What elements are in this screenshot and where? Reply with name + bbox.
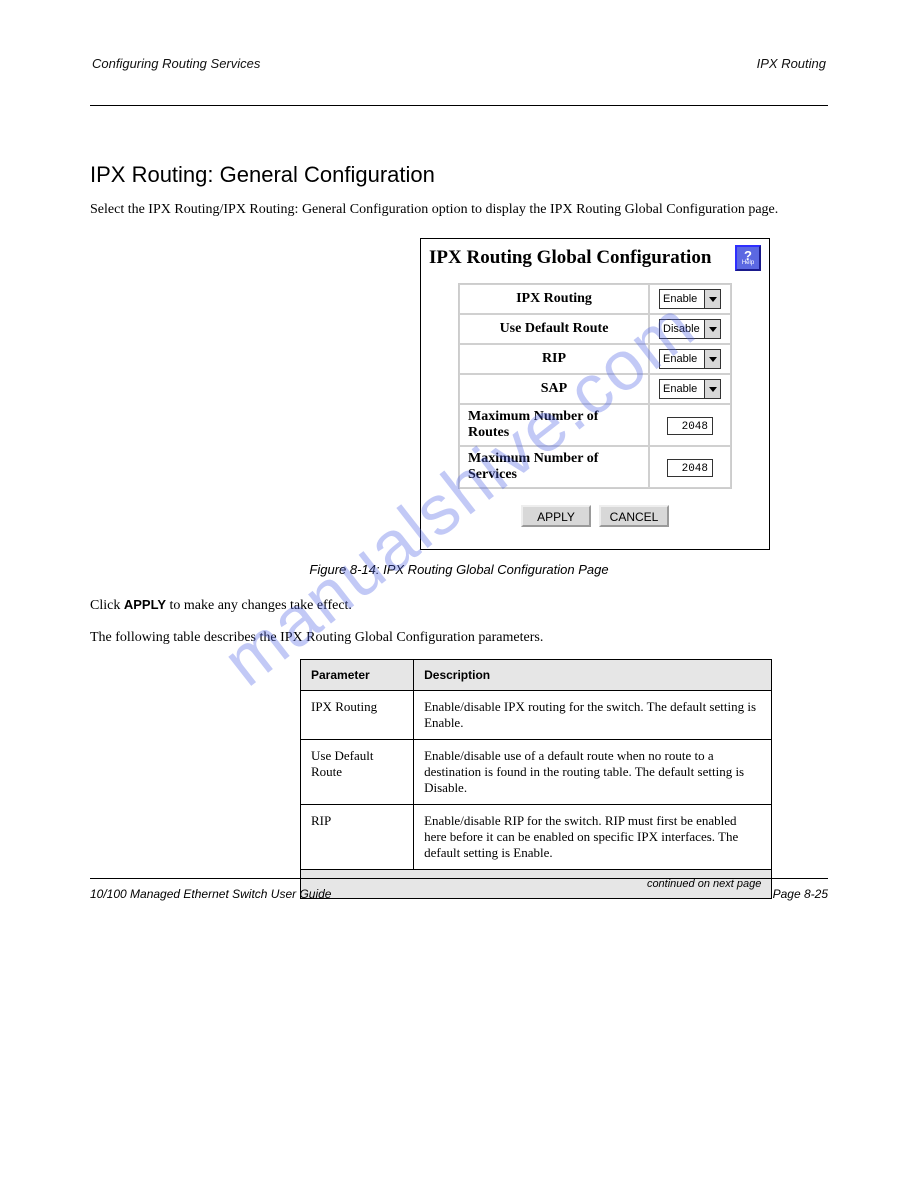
- figure-caption: Figure 8-14: IPX Routing Global Configur…: [90, 562, 828, 577]
- intro-text: Select the IPX Routing/IPX Routing: Gene…: [90, 200, 828, 220]
- label-max-routes: Maximum Number of Routes: [459, 404, 649, 446]
- page: Configuring Routing Services IPX Routing…: [0, 0, 918, 949]
- label-default-route: Use Default Route: [459, 314, 649, 344]
- param-name: IPX Routing: [301, 690, 414, 739]
- ipx-config-window: IPX Routing Global Configuration ? Help …: [420, 238, 770, 550]
- select-rip[interactable]: Enable: [659, 349, 721, 369]
- window-titlebar: IPX Routing Global Configuration ? Help: [427, 245, 763, 277]
- chevron-down-icon: [704, 380, 720, 398]
- select-ipx-routing[interactable]: Enable: [659, 289, 721, 309]
- parameter-table: Parameter Description IPX Routing Enable…: [300, 659, 772, 899]
- footer-right: Page 8-25: [773, 887, 828, 901]
- param-desc: Enable/disable RIP for the switch. RIP m…: [414, 804, 772, 869]
- help-button[interactable]: ? Help: [735, 245, 761, 271]
- label-ipx-routing: IPX Routing: [459, 284, 649, 314]
- label-rip: RIP: [459, 344, 649, 374]
- page-footer: 10/100 Managed Ethernet Switch User Guid…: [90, 878, 828, 901]
- chevron-down-icon: [704, 320, 720, 338]
- input-max-routes[interactable]: 2048: [667, 417, 713, 435]
- row-ipx-routing: IPX Routing Enable: [459, 284, 731, 314]
- click-instruction: Click APPLY to make any changes take eff…: [90, 595, 828, 617]
- input-max-services[interactable]: 2048: [667, 459, 713, 477]
- row-default-route: Use Default Route Disable: [459, 314, 731, 344]
- footer-left: 10/100 Managed Ethernet Switch User Guid…: [90, 887, 331, 901]
- header-left: Configuring Routing Services: [92, 56, 260, 71]
- window-title: IPX Routing Global Configuration: [429, 247, 711, 269]
- row-sap: SAP Enable: [459, 374, 731, 404]
- param-intro-text: The following table describes the IPX Ro…: [90, 627, 828, 649]
- chevron-down-icon: [704, 350, 720, 368]
- table-row: Use Default Route Enable/disable use of …: [301, 739, 772, 804]
- param-desc: Enable/disable IPX routing for the switc…: [414, 690, 772, 739]
- config-form-table: IPX Routing Enable Use Default Route Dis…: [458, 283, 732, 489]
- apply-button[interactable]: APPLY: [521, 505, 591, 527]
- section-heading: IPX Routing: General Configuration: [90, 162, 828, 188]
- table-row: IPX Routing Enable/disable IPX routing f…: [301, 690, 772, 739]
- help-label: Help: [742, 261, 754, 266]
- label-sap: SAP: [459, 374, 649, 404]
- param-desc: Enable/disable use of a default route wh…: [414, 739, 772, 804]
- col-parameter: Parameter: [301, 659, 414, 690]
- table-header: Parameter Description: [301, 659, 772, 690]
- param-name: Use Default Route: [301, 739, 414, 804]
- footer-rule: [90, 878, 828, 879]
- row-max-services: Maximum Number of Services 2048: [459, 446, 731, 488]
- select-default-route[interactable]: Disable: [659, 319, 721, 339]
- select-sap[interactable]: Enable: [659, 379, 721, 399]
- running-header: Configuring Routing Services IPX Routing: [90, 56, 828, 77]
- table-row: RIP Enable/disable RIP for the switch. R…: [301, 804, 772, 869]
- header-right: IPX Routing: [757, 56, 826, 71]
- header-rule: [90, 105, 828, 106]
- col-description: Description: [414, 659, 772, 690]
- label-max-services: Maximum Number of Services: [459, 446, 649, 488]
- button-row: APPLY CANCEL: [427, 501, 763, 527]
- row-rip: RIP Enable: [459, 344, 731, 374]
- cancel-button[interactable]: CANCEL: [599, 505, 669, 527]
- param-name: RIP: [301, 804, 414, 869]
- chevron-down-icon: [704, 290, 720, 308]
- row-max-routes: Maximum Number of Routes 2048: [459, 404, 731, 446]
